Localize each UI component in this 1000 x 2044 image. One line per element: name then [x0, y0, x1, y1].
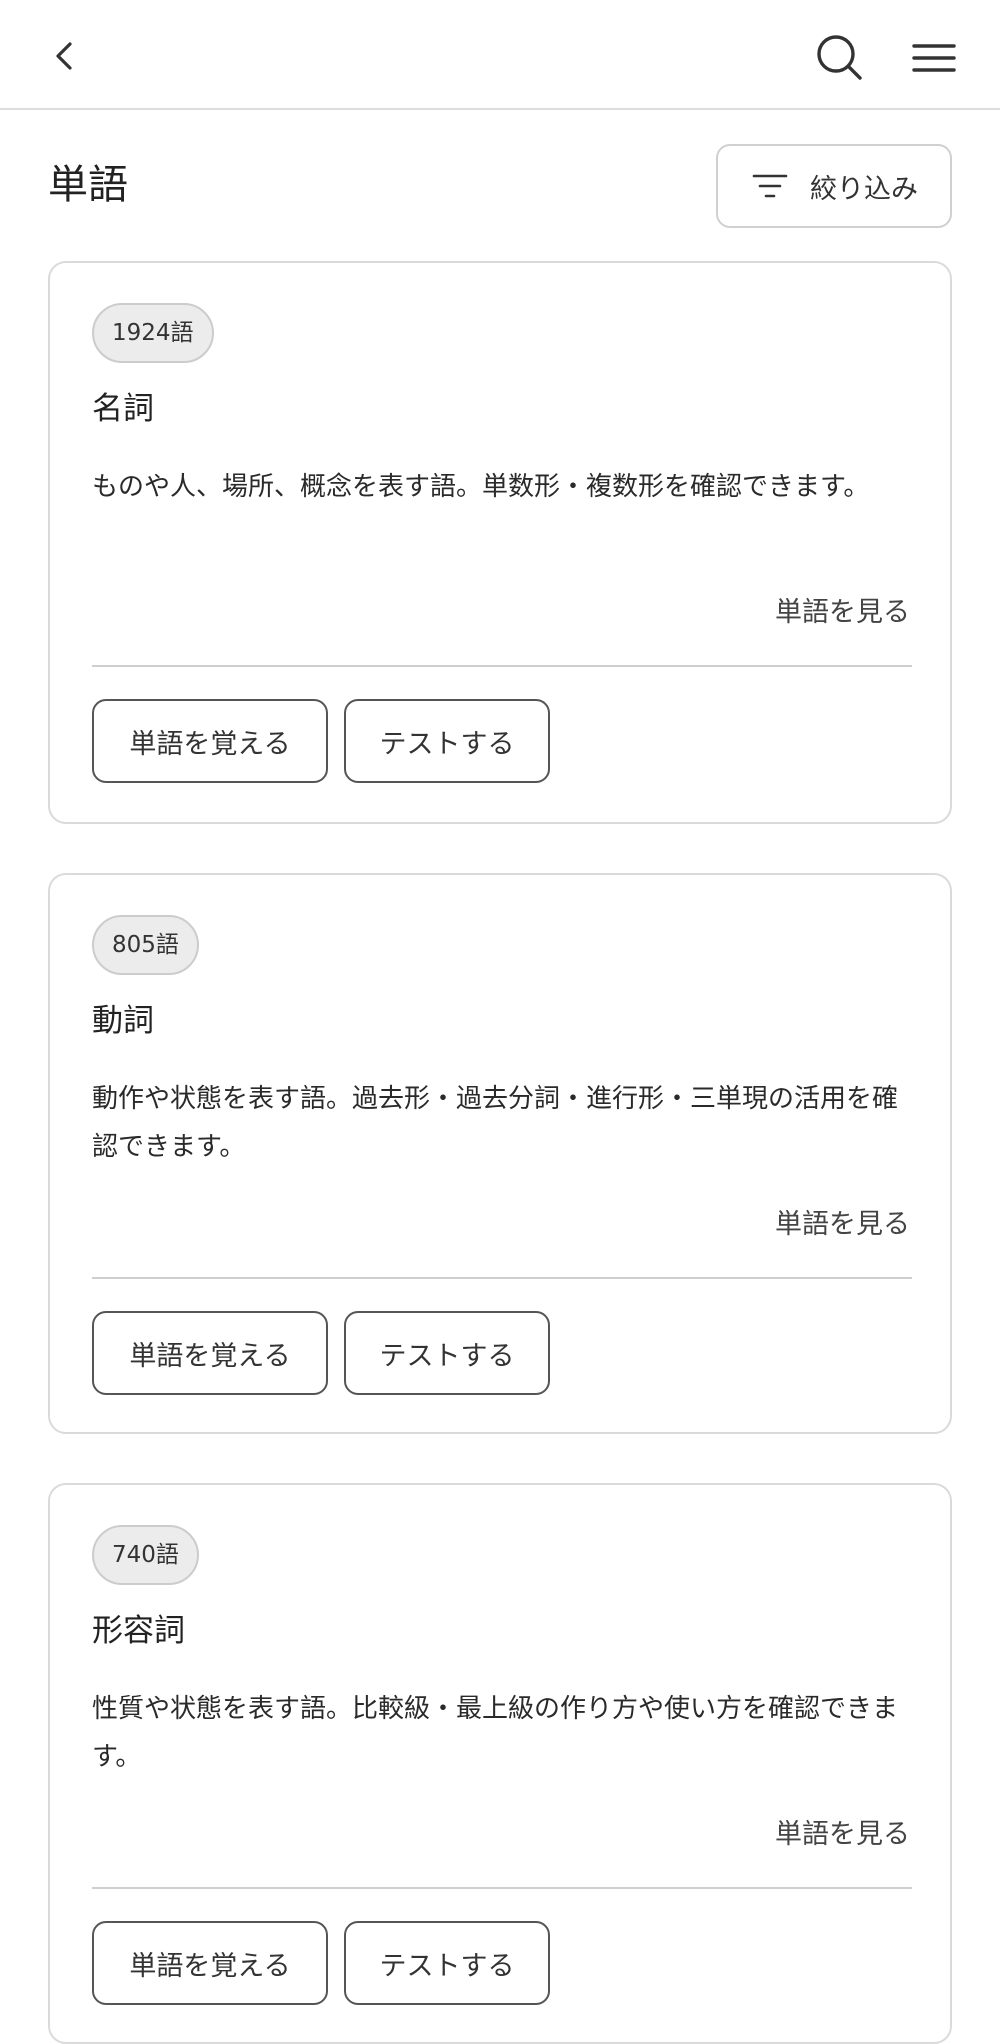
category-description: 動作や状態を表す語。過去形・過去分詞・進行形・三単現の活用を確認できます。	[92, 1084, 899, 1162]
category-description: ものや人、場所、概念を表す語。単数形・複数形を確認できます。	[92, 472, 870, 502]
filter-icon	[752, 174, 788, 198]
category-card-verb: 805語 動詞 動作や状態を表す語。過去形・過去分詞・進行形・三単現の活用を確認…	[48, 873, 952, 1434]
take-test-button[interactable]: テストする	[344, 1311, 550, 1395]
filter-button[interactable]: 絞り込み	[716, 144, 952, 228]
card-divider	[92, 665, 912, 667]
take-test-button[interactable]: テストする	[344, 699, 550, 783]
learn-words-button[interactable]: 単語を覚える	[92, 1311, 328, 1395]
card-divider	[92, 1887, 912, 1889]
card-divider	[92, 1277, 912, 1279]
back-button[interactable]	[36, 28, 92, 84]
category-title: 動詞	[92, 1003, 154, 1039]
word-count-badge: 1924語	[92, 303, 214, 363]
hamburger-menu-icon	[912, 44, 956, 72]
filter-label: 絞り込み	[810, 173, 918, 205]
menu-button[interactable]	[904, 28, 964, 88]
category-card-adjective: 740語 形容詞 性質や状態を表す語。比較級・最上級の作り方や使い方を確認できま…	[48, 1483, 952, 2044]
category-title: 名詞	[92, 391, 154, 427]
category-card-noun: 1924語 名詞 ものや人、場所、概念を表す語。単数形・複数形を確認できます。 …	[48, 261, 952, 824]
search-icon	[817, 35, 862, 80]
chevron-left-icon	[56, 42, 72, 70]
take-test-button[interactable]: テストする	[344, 1921, 550, 2005]
learn-words-button[interactable]: 単語を覚える	[92, 699, 328, 783]
view-words-link[interactable]: 単語を見る	[775, 1205, 910, 1245]
view-words-link[interactable]: 単語を見る	[775, 593, 910, 633]
learn-words-button[interactable]: 単語を覚える	[92, 1921, 328, 2005]
top-app-bar	[0, 0, 1000, 110]
word-count-badge: 805語	[92, 915, 199, 975]
view-words-link[interactable]: 単語を見る	[775, 1815, 910, 1855]
word-count-badge: 740語	[92, 1525, 199, 1585]
page-title: 単語	[48, 162, 128, 208]
search-button[interactable]	[810, 28, 870, 88]
category-description: 性質や状態を表す語。比較級・最上級の作り方や使い方を確認できます。	[92, 1694, 899, 1772]
category-title: 形容詞	[92, 1613, 185, 1649]
